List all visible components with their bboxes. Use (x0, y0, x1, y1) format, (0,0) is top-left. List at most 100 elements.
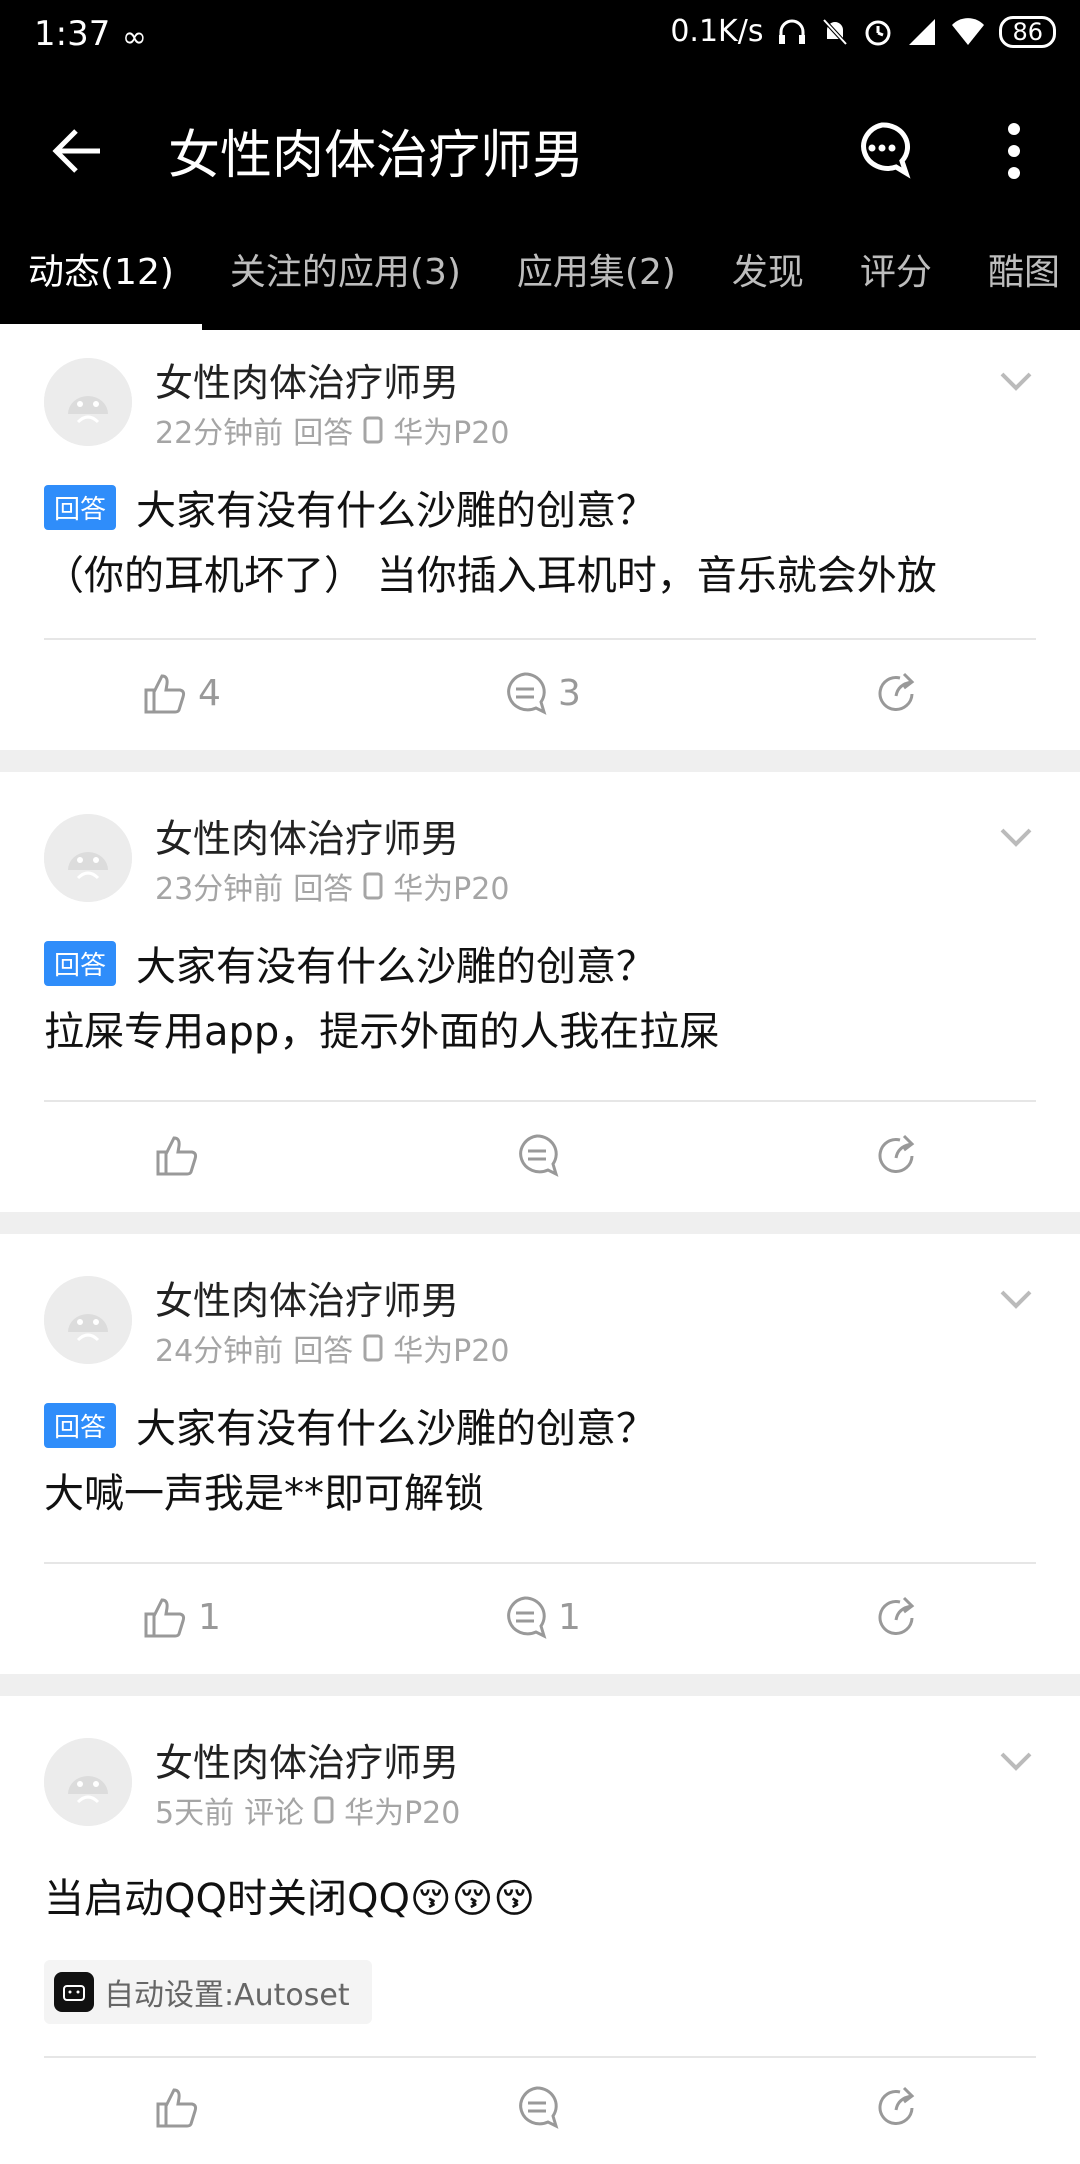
tab-followed-apps[interactable]: 关注的应用(3) (202, 238, 489, 330)
comment-icon (519, 2086, 559, 2129)
comment-button[interactable] (514, 1132, 570, 1178)
comment-button[interactable] (514, 2084, 560, 2130)
like-count: 1 (198, 1596, 221, 1638)
signal-icon (909, 18, 936, 45)
infinity-icon: ∞ (122, 20, 147, 55)
tab-dynamics[interactable]: 动态(12) (0, 238, 202, 330)
post-question[interactable]: 回答 大家有没有什么沙雕的创意？ (44, 478, 656, 536)
avatar[interactable] (44, 1738, 132, 1826)
post-separator (0, 750, 1080, 772)
comment-button[interactable]: 3 (502, 670, 581, 716)
app-tag[interactable]: 自动设置:Autoset (44, 1960, 372, 2024)
avatar[interactable] (44, 358, 132, 446)
post-time: 23分钟前 (155, 872, 284, 907)
post-type: 回答 (293, 872, 354, 907)
phone-icon (363, 872, 383, 900)
post-body[interactable]: （你的耳机坏了） 当你插入耳机时，音乐就会外放 (44, 543, 937, 601)
post-time: 5天前 (155, 1796, 235, 1831)
phone-icon (363, 1334, 383, 1362)
phone-icon (363, 416, 383, 444)
post-device: 华为P20 (393, 872, 510, 907)
share-icon (878, 1596, 915, 1635)
like-count: 4 (198, 672, 221, 714)
avatar[interactable] (44, 1276, 132, 1364)
question-text: 大家有没有什么沙雕的创意？ (136, 488, 657, 534)
share-icon (878, 2086, 915, 2125)
chevron-down-icon[interactable] (998, 1750, 1034, 1774)
net-speed: 0.1K/s (670, 14, 764, 49)
chevron-down-icon[interactable] (998, 370, 1034, 394)
feed-post: 女性肉体治疗师男 24分钟前 回答 华为P20 回答 大家有没有什么沙雕的创意？… (0, 1234, 1080, 1674)
post-actions: 4 3 (0, 670, 1080, 750)
alarm-icon (865, 20, 891, 45)
post-body[interactable]: 当启动QQ时关闭QQ😚😚😚 (44, 1866, 535, 1924)
post-type: 评论 (244, 1796, 305, 1831)
tab-cool-images[interactable]: 酷图 (960, 238, 1080, 330)
app-tag-label: 自动设置:Autoset (104, 1978, 350, 2013)
post-username[interactable]: 女性肉体治疗师男 (155, 1270, 459, 1325)
share-button[interactable] (874, 2084, 920, 2130)
answer-badge: 回答 (44, 1402, 117, 1448)
thumbs-up-icon (144, 1598, 186, 1638)
headphone-icon (779, 19, 806, 44)
share-button[interactable] (874, 1594, 920, 1640)
post-meta: 22分钟前 回答 华为P20 (155, 408, 509, 452)
post-actions (0, 2084, 1080, 2164)
post-username[interactable]: 女性肉体治疗师男 (155, 1732, 459, 1787)
post-device: 华为P20 (393, 416, 510, 451)
chevron-down-icon[interactable] (998, 1288, 1034, 1312)
post-meta: 24分钟前 回答 华为P20 (155, 1326, 509, 1370)
post-meta: 5天前 评论 华为P20 (155, 1788, 460, 1832)
thumbs-up-icon (156, 1136, 198, 1176)
post-separator (0, 1212, 1080, 1234)
post-question[interactable]: 回答 大家有没有什么沙雕的创意？ (44, 1396, 656, 1454)
share-icon (878, 1134, 915, 1173)
comment-button[interactable]: 1 (502, 1594, 581, 1640)
status-bar: 1:37 ∞ 0.1K/s 86 (0, 0, 1080, 75)
post-username[interactable]: 女性肉体治疗师男 (155, 352, 459, 407)
comment-icon (507, 1596, 547, 1639)
post-body[interactable]: 拉屎专用app，提示外面的人我在拉屎 (44, 999, 719, 1057)
like-button[interactable] (154, 1132, 210, 1178)
like-button[interactable] (154, 2084, 200, 2130)
divider (44, 2056, 1036, 2058)
wifi-icon (952, 17, 985, 45)
tab-ratings[interactable]: 评分 (832, 238, 960, 330)
back-arrow-icon[interactable] (48, 121, 108, 181)
avatar[interactable] (44, 814, 132, 902)
like-button[interactable]: 1 (142, 1594, 221, 1640)
divider (44, 1100, 1036, 1102)
answer-badge: 回答 (44, 940, 117, 986)
comment-icon (507, 672, 547, 715)
tab-bar: 动态(12) 关注的应用(3) 应用集(2) 发现 评分 酷图 (0, 238, 1080, 330)
chevron-down-icon[interactable] (998, 826, 1034, 850)
share-icon (878, 672, 915, 711)
question-text: 大家有没有什么沙雕的创意？ (136, 1406, 657, 1452)
phone-icon (314, 1796, 334, 1824)
divider (44, 638, 1036, 640)
post-username[interactable]: 女性肉体治疗师男 (155, 808, 459, 863)
post-body[interactable]: 大喊一声我是**即可解锁 (44, 1461, 484, 1519)
post-actions: 1 1 (0, 1594, 1080, 1674)
share-button[interactable] (874, 1132, 920, 1178)
chat-bubble-icon[interactable] (852, 119, 912, 179)
mute-bell-icon (822, 18, 848, 45)
thumbs-up-icon (144, 674, 186, 714)
top-bar: 1:37 ∞ 0.1K/s 86 女性肉体治疗师男 动态(12) 关注的应用(3… (0, 0, 1080, 330)
more-vertical-icon[interactable] (1004, 121, 1024, 181)
post-type: 回答 (293, 1334, 354, 1369)
thumbs-up-icon (156, 2088, 198, 2128)
like-button[interactable]: 4 (142, 670, 221, 716)
post-actions (0, 1132, 1080, 1212)
tab-app-collections[interactable]: 应用集(2) (489, 238, 704, 330)
feed-post: 女性肉体治疗师男 23分钟前 回答 华为P20 回答 大家有没有什么沙雕的创意？… (0, 772, 1080, 1212)
tab-discover[interactable]: 发现 (704, 238, 832, 330)
post-type: 回答 (293, 416, 354, 451)
feed-post: 女性肉体治疗师男 5天前 评论 华为P20 当启动QQ时关闭QQ😚😚😚 自动设置… (0, 1696, 1080, 2160)
post-question[interactable]: 回答 大家有没有什么沙雕的创意？ (44, 934, 656, 992)
share-button[interactable] (874, 670, 920, 716)
divider (44, 1562, 1036, 1564)
app-bar: 女性肉体治疗师男 (0, 85, 1080, 215)
comment-icon (519, 1134, 559, 1177)
post-meta: 23分钟前 回答 华为P20 (155, 864, 509, 908)
